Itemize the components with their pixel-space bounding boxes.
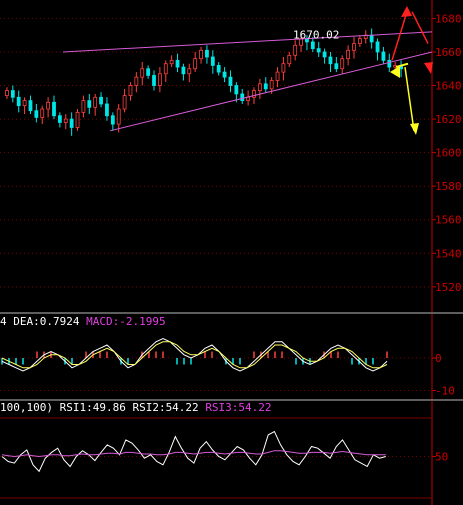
candle-body: [16, 96, 21, 107]
candle-body: [81, 100, 86, 113]
candle-body: [116, 108, 121, 125]
arrow-up-line: [391, 11, 408, 61]
price-annotation: 1670.02: [293, 29, 339, 42]
candle-body: [334, 63, 339, 70]
macd-value: MACD:-2.1995: [86, 315, 166, 328]
candle-body: [216, 64, 221, 73]
price-tick-label: 1620: [435, 113, 462, 126]
candle-body: [263, 83, 268, 90]
candle-body: [322, 51, 327, 58]
candle-body: [234, 85, 239, 95]
candle-body: [157, 73, 162, 86]
price-tick-label: 1600: [435, 147, 462, 160]
rsi-line-rsi1: [1, 430, 386, 473]
price-tick-label: 1560: [435, 214, 462, 227]
rsi-label: 100,100) RSI1:49.86 RSI2:54.22 RSI3:54.2…: [0, 401, 272, 414]
price-tick-label: 1580: [435, 180, 462, 193]
candle-body: [281, 63, 286, 73]
candle-body: [22, 100, 27, 107]
candle-body: [199, 49, 203, 60]
channel-lower-line: [109, 51, 433, 132]
candle-body: [387, 59, 392, 68]
candle-body: [57, 115, 62, 123]
candle-body: [369, 34, 374, 43]
candle-body: [287, 54, 292, 65]
candle-body: [99, 96, 103, 105]
candle-body: [110, 115, 115, 125]
price-panel: 1520 1540 1560 1580 1600 1620 1640 1660 1680 1670…: [0, 0, 463, 314]
candle-body: [240, 93, 245, 102]
candle-body: [375, 41, 380, 53]
candle-body: [293, 44, 298, 56]
candle-body: [257, 83, 262, 91]
candle-body: [146, 68, 151, 76]
arrow-up-head: [401, 6, 412, 17]
stock-chart: 1520 1540 1560 1580 1600 1620 1640 1660 1680 1670…: [0, 0, 463, 505]
candle-body: [222, 71, 227, 78]
candle-body: [228, 76, 233, 86]
arrow-down-long-head: [410, 123, 419, 135]
forecast-arrows: [390, 6, 433, 135]
candle-body: [28, 100, 33, 112]
dea-label: 4 DEA:0.7924 MACD:-2.1995: [0, 315, 166, 328]
candle-body: [310, 41, 315, 50]
candle-body: [175, 59, 180, 68]
price-tick-label: 1640: [435, 80, 462, 93]
candle-body: [75, 111, 80, 128]
dea-value: 4 DEA:0.7924: [0, 315, 80, 328]
candle-body: [357, 38, 362, 44]
candle-body: [163, 63, 168, 75]
candle-body: [210, 56, 215, 66]
macd-tick-label: -10: [435, 385, 455, 398]
rsi-panel: 50: [0, 401, 448, 505]
candle-body: [275, 71, 280, 81]
candle-body: [169, 59, 174, 65]
candle-body: [134, 76, 139, 86]
rsi3-value: RSI3:54.22: [205, 401, 272, 414]
candle-body: [352, 43, 356, 51]
arrow-up-right-line: [411, 11, 429, 44]
candle-body: [122, 95, 127, 110]
candle-body: [40, 108, 45, 118]
candle-body: [316, 48, 321, 53]
price-tick-label: 1540: [435, 247, 462, 260]
macd-tick-label: 0: [435, 352, 442, 365]
candle-body: [328, 56, 333, 65]
candle-body: [34, 110, 39, 118]
candle-body: [5, 90, 9, 96]
candle-body: [128, 85, 133, 96]
price-tick-label: 1520: [435, 281, 462, 294]
price-tick-label: 1660: [435, 46, 462, 59]
candle-body: [193, 58, 198, 70]
candle-body: [10, 90, 15, 98]
candle-body: [46, 101, 51, 110]
arrow-down-long-line: [404, 66, 415, 131]
price-tick-label: 1680: [435, 12, 462, 25]
candle-body: [181, 66, 186, 75]
candle-body: [205, 49, 209, 58]
candle-body: [152, 75, 156, 86]
candle-body: [187, 68, 192, 75]
candle-body: [381, 51, 386, 61]
candle-body: [269, 80, 274, 90]
candle-body: [63, 118, 68, 123]
candle-body: [105, 103, 109, 117]
candle-body: [52, 101, 56, 117]
candle-body: [346, 49, 351, 60]
candle-body: [340, 58, 345, 70]
rsi-values: 100,100) RSI1:49.86 RSI2:54.22: [0, 401, 199, 414]
candle-body: [69, 118, 74, 128]
candle-body: [87, 100, 92, 108]
macd-line-dea: [1, 341, 388, 369]
candle-body: [93, 96, 98, 108]
candle-body: [140, 68, 145, 78]
rsi-tick-label: 50: [435, 451, 448, 464]
